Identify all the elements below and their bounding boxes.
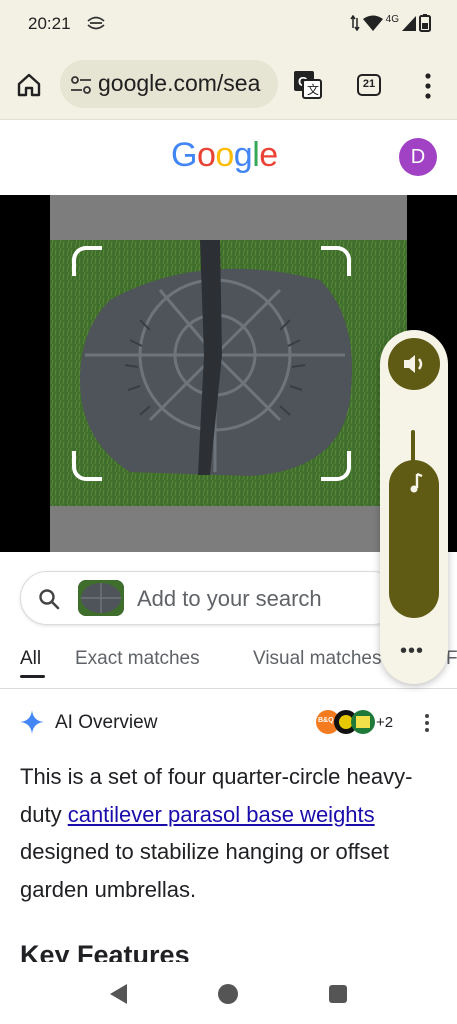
tab-all[interactable]: All [20, 648, 41, 670]
crop-handle-bottom-left[interactable] [72, 451, 102, 481]
volume-slider[interactable] [389, 460, 439, 618]
crop-handle-top-left[interactable] [72, 246, 102, 276]
tune-icon[interactable] [70, 76, 92, 94]
battery-icon [419, 14, 431, 32]
ai-overview-title: AI Overview [55, 712, 158, 733]
logo-letter: o [196, 136, 216, 174]
url-bar[interactable]: google.com/sea [60, 60, 278, 108]
back-icon[interactable] [107, 983, 129, 1005]
more-vert-icon[interactable] [424, 714, 430, 732]
sparkle-icon [20, 710, 44, 734]
tab-visual-matches[interactable]: Visual matches [253, 648, 382, 670]
signal-icon [402, 16, 416, 31]
ai-overview-header: AI Overview B&Q +2 [0, 700, 457, 744]
add-to-search-bar[interactable]: Add to your search [20, 571, 400, 625]
tab-switcher-button[interactable]: 21 [357, 74, 381, 96]
volume-settings-more[interactable]: ••• [400, 640, 424, 663]
home-nav-icon[interactable] [218, 984, 238, 1004]
url-text: google.com/sea [98, 70, 261, 96]
ai-text-after: designed to stabilize hanging or offset … [20, 839, 389, 902]
logo-letter: g [233, 136, 253, 174]
svg-text:文: 文 [307, 82, 319, 97]
sync-icon [87, 16, 105, 30]
search-image-thumbnail[interactable] [78, 580, 124, 616]
active-tab-indicator [20, 675, 45, 678]
source-badge: B&Q [318, 717, 334, 724]
volume-mode-button[interactable] [388, 338, 440, 390]
volume-panel[interactable]: ••• [380, 330, 448, 684]
search-placeholder: Add to your search [137, 586, 322, 611]
more-vert-icon[interactable] [420, 72, 436, 100]
account-avatar[interactable]: D [399, 138, 437, 176]
network-type: 4G [385, 13, 399, 25]
recents-icon[interactable] [329, 985, 347, 1003]
browser-toolbar: google.com/sea G 文 21 [0, 48, 457, 120]
navigation-bar [0, 962, 457, 1024]
google-logo[interactable]: Google [171, 136, 278, 175]
logo-letter: e [259, 136, 278, 174]
status-bar: 20:21 4G [0, 0, 457, 48]
home-icon[interactable] [16, 72, 42, 98]
ai-overview-text: This is a set of four quarter-circle hea… [20, 758, 440, 908]
crop-handle-top-right[interactable] [321, 246, 351, 276]
status-time: 20:21 [28, 14, 71, 33]
speaker-icon [404, 355, 423, 373]
search-icon [39, 589, 60, 610]
tab-exact-matches[interactable]: Exact matches [75, 648, 200, 670]
crop-handle-bottom-right[interactable] [321, 451, 351, 481]
searched-image[interactable] [50, 240, 407, 506]
status-icons: 4G [350, 14, 431, 32]
logo-letter: o [215, 136, 234, 174]
source-count: +2 [376, 714, 394, 731]
music-note-icon [410, 472, 423, 493]
logo-letter: G [171, 136, 197, 174]
ai-overview-link[interactable]: cantilever parasol base weights [68, 802, 375, 827]
data-arrows-icon [350, 15, 360, 31]
translate-icon[interactable]: G 文 [293, 70, 323, 100]
wifi-icon [362, 15, 383, 31]
parasol-base-image [50, 240, 407, 506]
